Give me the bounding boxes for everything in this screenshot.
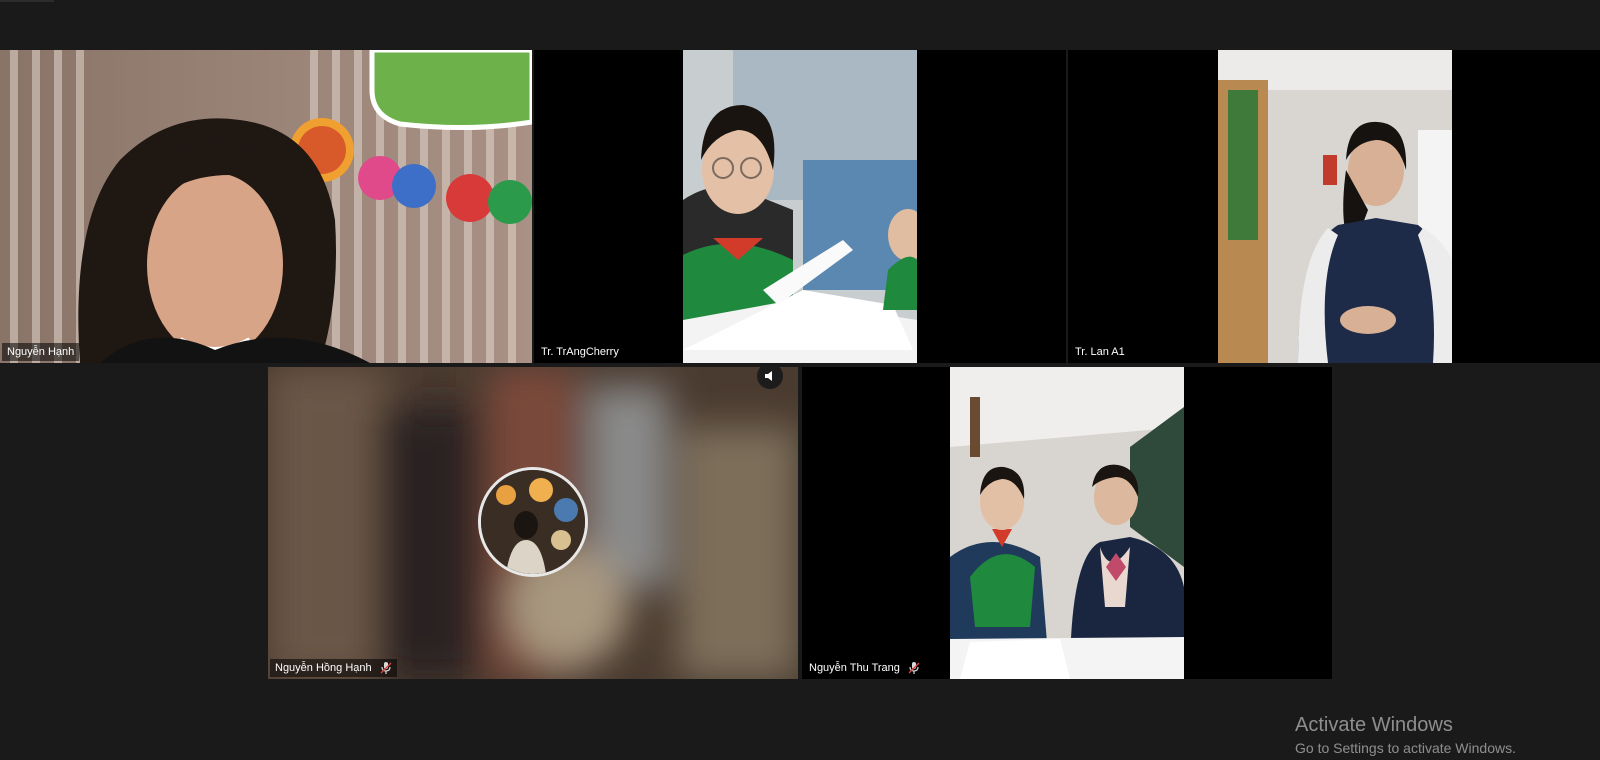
watermark-subtitle: Go to Settings to activate Windows. [1295,740,1516,756]
participant-video [0,50,532,363]
participant-video [950,367,1184,679]
participant-video [683,50,917,363]
mic-muted-icon [908,662,920,674]
mic-muted-icon [380,662,392,674]
participant-name-tag: Nguyễn Hồng Hạnh [270,659,397,677]
top-bar [0,0,1600,50]
video-tile-trangcherry[interactable]: Tr. TrAngCherry [534,50,1066,363]
participant-name: Nguyễn Hồng Hạnh [275,662,372,674]
speaker-icon [765,371,772,381]
video-tile-nguyen-hanh[interactable]: Nguyễn Hạnh [0,50,532,363]
meeting-stage: Nguyễn Hạnh Tr. TrAngCherry Tr. Lan A1 N… [0,0,1600,760]
video-tile-nguyen-hong-hanh[interactable]: Nguyễn Hồng Hạnh [268,367,798,679]
video-tile-nguyen-thu-trang[interactable]: Nguyễn Thu Trang [802,367,1332,679]
top-bar-edge [0,0,54,2]
participant-name-tag: Nguyễn Thu Trang [804,659,925,677]
participant-name: Nguyễn Thu Trang [809,662,900,674]
participant-name-tag: Tr. Lan A1 [1070,343,1130,361]
participant-name: Tr. TrAngCherry [541,346,619,358]
avatar-photo [481,470,585,574]
participant-video [1218,50,1452,363]
participant-name-tag: Nguyễn Hạnh [2,343,80,361]
participant-name-tag: Tr. TrAngCherry [536,343,624,361]
participant-name: Nguyễn Hạnh [7,346,75,358]
participant-name: Tr. Lan A1 [1075,346,1125,358]
video-tile-lan-a1[interactable]: Tr. Lan A1 [1068,50,1600,363]
watermark-title: Activate Windows [1295,714,1453,736]
activate-windows-watermark: Activate Windows Go to Settings to activ… [1295,713,1516,757]
participant-avatar [478,467,588,577]
